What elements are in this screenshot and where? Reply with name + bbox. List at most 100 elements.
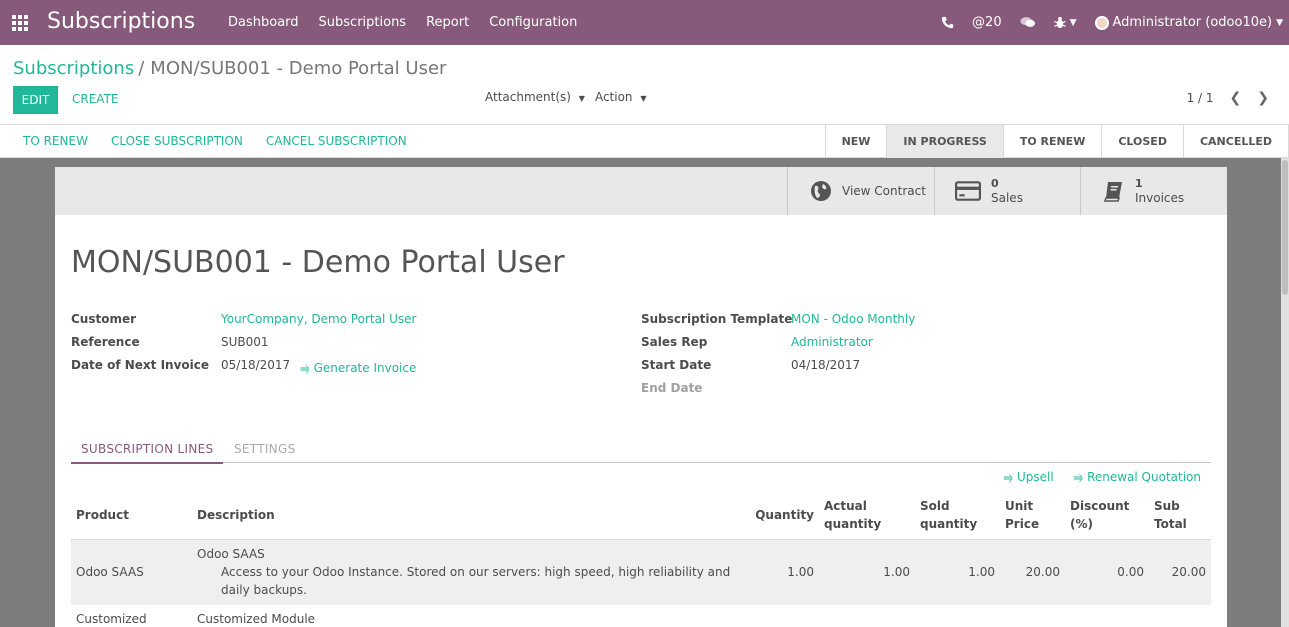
action-dropdown[interactable]: Action ▼	[595, 90, 647, 104]
state-closed[interactable]: CLOSED	[1102, 125, 1184, 158]
caret-down-icon: ▼	[640, 94, 647, 103]
breadcrumb-root[interactable]: Subscriptions	[13, 58, 134, 79]
globe-icon	[811, 181, 831, 201]
tab-settings[interactable]: SETTINGS	[234, 442, 295, 456]
to-renew-button[interactable]: TO RENEW	[23, 134, 88, 148]
state-new[interactable]: NEW	[826, 125, 888, 158]
attachments-label: Attachment(s)	[485, 90, 571, 104]
invoices-count: 1	[1135, 177, 1143, 190]
customer-label: Customer	[71, 312, 137, 326]
pager-value[interactable]: 1 / 1	[1187, 91, 1214, 105]
right-field-group: Subscription Template MON - Odoo Monthly…	[641, 312, 1201, 404]
menu-report[interactable]: Report	[426, 15, 469, 30]
cell-discount: 0.00	[1065, 538, 1149, 605]
notebook-tabs: SUBSCRIPTION LINES SETTINGS	[71, 437, 1211, 464]
template-label: Subscription Template	[641, 312, 793, 326]
phone-icon[interactable]	[941, 16, 954, 29]
statusbar: TO RENEW CLOSE SUBSCRIPTION CANCEL SUBSC…	[0, 125, 1289, 158]
field-sales-rep: Sales Rep Administrator	[641, 335, 1201, 358]
template-value[interactable]: MON - Odoo Monthly	[791, 312, 915, 326]
control-panel: Subscriptions / MON/SUB001 - Demo Portal U…	[0, 45, 1289, 125]
cell-description: Customized Module	[197, 612, 316, 626]
col-sold-quantity[interactable]: Sold quantity	[915, 492, 1000, 539]
debug-menu[interactable]: ▼	[1053, 16, 1077, 29]
sidebar-dropdowns: Attachment(s) ▼ Action ▼	[485, 90, 647, 104]
col-product[interactable]: Product	[71, 492, 192, 539]
sales-smart-button[interactable]: 0 Sales	[934, 167, 1080, 215]
chevron-left-icon[interactable]: ❮	[1230, 90, 1242, 106]
action-label: Action	[594, 90, 633, 104]
cell-description: Odoo SAAS Access to your Odoo Instance. …	[192, 538, 747, 605]
tab-subscription-lines[interactable]: SUBSCRIPTION LINES	[71, 442, 224, 464]
invoices-smart-button[interactable]: 1 Invoices	[1080, 167, 1227, 215]
end-date-label: End Date	[641, 381, 703, 395]
field-customer: Customer YourCompany, Demo Portal User	[71, 312, 611, 335]
avatar	[1094, 15, 1109, 30]
caret-down-icon: ▼	[578, 94, 585, 103]
view-contract-label: View Contract	[842, 184, 926, 198]
col-subtotal[interactable]: Sub Total	[1149, 492, 1211, 539]
edit-button[interactable]: EDIT	[13, 86, 58, 114]
menu-dashboard[interactable]: Dashboard	[228, 15, 299, 30]
breadcrumb-separator: /	[138, 58, 145, 79]
description-title: Odoo SAAS	[197, 547, 265, 562]
next-invoice-label: Date of Next Invoice	[71, 358, 210, 372]
cell-unit-price: 20.00	[1000, 538, 1065, 605]
state-cancelled[interactable]: CANCELLED	[1184, 125, 1289, 158]
cell-product: Customized	[76, 612, 147, 626]
state-to-renew[interactable]: TO RENEW	[1004, 125, 1103, 158]
subscription-lines-table: Product Description Quantity Actual quan…	[71, 492, 1211, 627]
sales-rep-label: Sales Rep	[641, 335, 708, 349]
cell-sold-quantity: 1.00	[915, 538, 1000, 605]
breadcrumb: Subscriptions / MON/SUB001 - Demo Portal U…	[13, 58, 446, 79]
navbar-right: @20 ▼ Administrator (odoo10e) ▼	[941, 0, 1289, 45]
credit-card-icon	[955, 181, 981, 201]
chevron-right-icon[interactable]: ❯	[1257, 90, 1269, 106]
view-contract-button[interactable]: View Contract	[787, 167, 934, 215]
statusbar-buttons: TO RENEW CLOSE SUBSCRIPTION CANCEL SUBSC…	[23, 134, 407, 148]
renewal-quotation-button[interactable]: ⥤ Renewal Quotation	[1074, 470, 1201, 485]
next-invoice-value: 05/18/2017 ⥤ Generate Invoice	[221, 358, 416, 375]
sales-count: 0	[991, 177, 999, 190]
description-body: Access to your Odoo Instance. Stored on …	[221, 565, 731, 598]
cell-subtotal: 20.00	[1149, 538, 1211, 605]
close-subscription-button[interactable]: CLOSE SUBSCRIPTION	[111, 134, 243, 148]
user-menu[interactable]: Administrator (odoo10e) ▼	[1094, 15, 1283, 30]
generate-invoice-button[interactable]: ⥤ Generate Invoice	[300, 361, 416, 375]
field-end-date: End Date	[641, 381, 1201, 404]
field-template: Subscription Template MON - Odoo Monthly	[641, 312, 1201, 335]
start-date-value: 04/18/2017	[791, 358, 861, 372]
start-date-label: Start Date	[641, 358, 712, 372]
col-actual-quantity[interactable]: Actual quantity	[819, 492, 915, 539]
field-start-date: Start Date 04/18/2017	[641, 358, 1201, 381]
customer-value[interactable]: YourCompany, Demo Portal User	[221, 312, 416, 326]
menu-subscriptions[interactable]: Subscriptions	[319, 15, 407, 30]
mentions-counter[interactable]: @20	[972, 15, 1002, 30]
table-header-row: Product Description Quantity Actual quan…	[71, 492, 1211, 539]
chat-bubbles-icon[interactable]	[1020, 16, 1036, 29]
scrollbar-thumb[interactable]	[1282, 160, 1288, 295]
col-description[interactable]: Description	[192, 492, 747, 539]
table-row[interactable]: Customized Customized Module	[71, 605, 1211, 627]
state-in-progress[interactable]: IN PROGRESS	[887, 125, 1004, 158]
sales-rep-value[interactable]: Administrator	[791, 335, 873, 349]
create-button[interactable]: CREATE	[72, 92, 119, 106]
menu-configuration[interactable]: Configuration	[489, 15, 577, 30]
cell-product: Odoo SAAS	[71, 538, 192, 605]
attachments-dropdown[interactable]: Attachment(s) ▼	[485, 90, 585, 104]
reference-label: Reference	[71, 335, 140, 349]
col-quantity[interactable]: Quantity	[747, 492, 819, 539]
cancel-subscription-button[interactable]: CANCEL SUBSCRIPTION	[266, 134, 407, 148]
mentions-count: @20	[972, 15, 1002, 30]
invoices-stat: 1 Invoices	[1135, 177, 1184, 205]
table-row[interactable]: Odoo SAAS Odoo SAAS Access to your Odoo …	[71, 538, 1211, 605]
col-discount[interactable]: Discount (%)	[1065, 492, 1149, 539]
cell-actual-quantity: 1.00	[819, 538, 915, 605]
col-unit-price[interactable]: Unit Price	[1000, 492, 1065, 539]
apps-grid-icon[interactable]	[12, 15, 28, 31]
record-title: MON/SUB001 - Demo Portal User	[71, 245, 565, 280]
field-reference: Reference SUB001	[71, 335, 611, 358]
sales-label: Sales	[991, 191, 1023, 205]
upsell-button[interactable]: ⥤ Upsell	[1004, 470, 1054, 485]
cell-quantity: 1.00	[747, 538, 819, 605]
